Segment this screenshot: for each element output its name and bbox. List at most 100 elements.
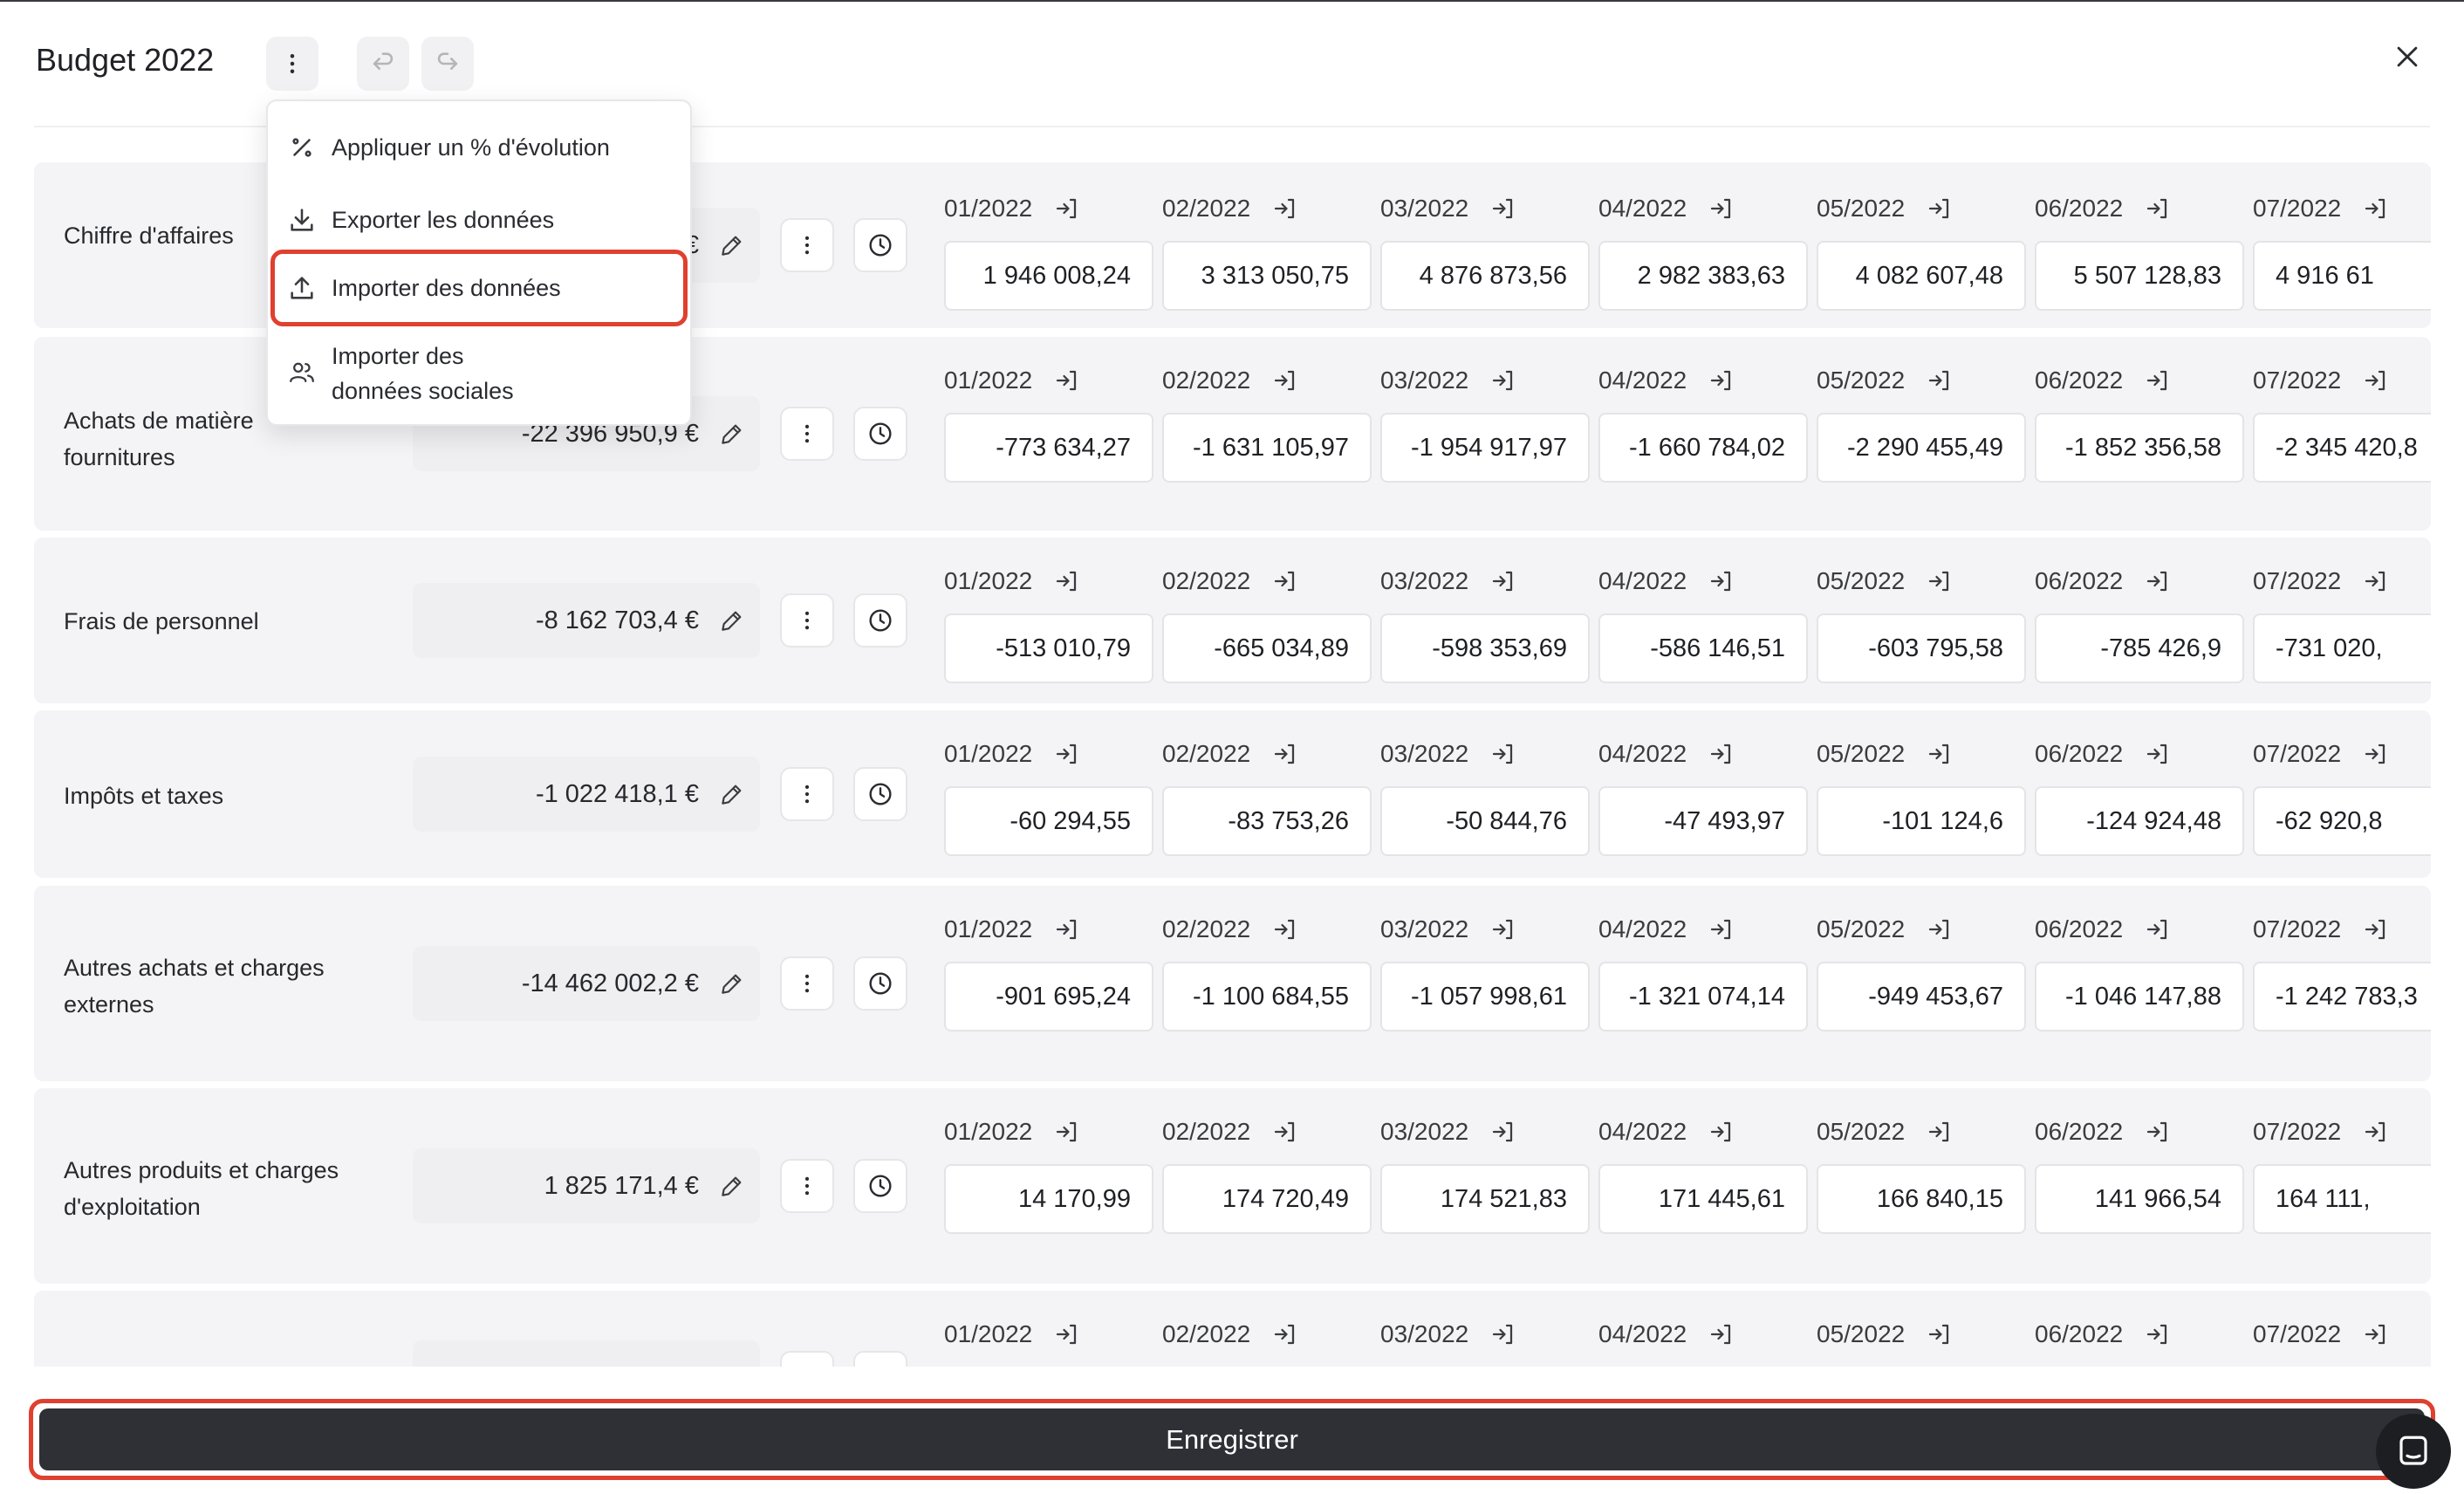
login-arrow-icon[interactable] (1489, 367, 1516, 394)
login-arrow-icon[interactable] (1926, 741, 1952, 767)
row-more-button[interactable] (780, 593, 834, 648)
row-more-button[interactable] (780, 407, 834, 461)
login-arrow-icon[interactable] (2144, 568, 2170, 594)
login-arrow-icon[interactable] (1708, 916, 1734, 942)
month-value-input[interactable]: -2 290 455,49 (1817, 413, 2026, 483)
month-value-input[interactable]: 3 313 050,75 (1162, 241, 1372, 311)
login-arrow-icon[interactable] (1926, 1119, 1952, 1145)
month-value-input[interactable]: -62 920,8 (2253, 786, 2431, 856)
login-arrow-icon[interactable] (1926, 568, 1952, 594)
login-arrow-icon[interactable] (2362, 741, 2388, 767)
login-arrow-icon[interactable] (1053, 916, 1079, 942)
redo-button[interactable] (421, 37, 474, 91)
login-arrow-icon[interactable] (2144, 195, 2170, 222)
pencil-icon[interactable] (718, 970, 746, 997)
month-value-input[interactable]: 164 111, (2253, 1164, 2431, 1234)
login-arrow-icon[interactable] (2362, 1321, 2388, 1347)
close-button[interactable] (2387, 37, 2427, 77)
login-arrow-icon[interactable] (1053, 1321, 1079, 1347)
month-value-input[interactable]: 4 876 873,56 (1380, 241, 1590, 311)
month-value-input[interactable]: 174 521,83 (1380, 1164, 1590, 1234)
login-arrow-icon[interactable] (1489, 568, 1516, 594)
row-history-button[interactable] (853, 218, 907, 272)
row-history-button[interactable] (853, 1159, 907, 1213)
row-total-field[interactable]: -1 022 418,1 € (413, 757, 760, 832)
month-value-input[interactable]: -47 493,97 (1598, 786, 1808, 856)
login-arrow-icon[interactable] (1053, 741, 1079, 767)
login-arrow-icon[interactable] (1489, 195, 1516, 222)
month-value-input[interactable]: 4 082 607,48 (1817, 241, 2026, 311)
month-value-input[interactable]: 174 720,49 (1162, 1164, 1372, 1234)
pencil-icon[interactable] (718, 231, 746, 259)
login-arrow-icon[interactable] (1489, 916, 1516, 942)
chat-button[interactable] (2376, 1414, 2451, 1489)
month-value-input[interactable]: 14 170,99 (944, 1164, 1153, 1234)
login-arrow-icon[interactable] (1708, 195, 1734, 222)
login-arrow-icon[interactable] (2144, 1119, 2170, 1145)
month-value-input[interactable]: -1 057 998,61 (1380, 962, 1590, 1031)
login-arrow-icon[interactable] (1271, 568, 1297, 594)
month-value-input[interactable]: 141 966,54 (2035, 1164, 2244, 1234)
row-more-button[interactable] (780, 956, 834, 1011)
month-value-input[interactable]: -598 353,69 (1380, 613, 1590, 683)
month-value-input[interactable]: -2 345 420,8 (2253, 413, 2431, 483)
row-history-button[interactable] (853, 407, 907, 461)
pencil-icon[interactable] (718, 780, 746, 808)
login-arrow-icon[interactable] (1926, 1321, 1952, 1347)
save-button[interactable]: Enregistrer (39, 1408, 2425, 1470)
month-value-input[interactable]: -1 100 684,55 (1162, 962, 1372, 1031)
login-arrow-icon[interactable] (1271, 1321, 1297, 1347)
month-value-input[interactable]: -1 660 784,02 (1598, 413, 1808, 483)
login-arrow-icon[interactable] (1926, 367, 1952, 394)
menu-item-import-social-data[interactable]: Importer des données sociales (268, 335, 690, 410)
login-arrow-icon[interactable] (1271, 741, 1297, 767)
login-arrow-icon[interactable] (2362, 367, 2388, 394)
login-arrow-icon[interactable] (2144, 1321, 2170, 1347)
login-arrow-icon[interactable] (2144, 741, 2170, 767)
month-value-input[interactable]: -1 852 356,58 (2035, 413, 2244, 483)
login-arrow-icon[interactable] (1489, 1119, 1516, 1145)
row-total-field[interactable] (413, 1340, 760, 1367)
month-value-input[interactable]: 2 982 383,63 (1598, 241, 1808, 311)
menu-item-apply-evolution[interactable]: Appliquer un % d'évolution (268, 126, 690, 169)
login-arrow-icon[interactable] (1271, 916, 1297, 942)
login-arrow-icon[interactable] (2362, 568, 2388, 594)
row-total-field[interactable]: -14 462 002,2 € (413, 946, 760, 1021)
row-total-field[interactable]: -8 162 703,4 € (413, 583, 760, 658)
login-arrow-icon[interactable] (1053, 568, 1079, 594)
login-arrow-icon[interactable] (1271, 195, 1297, 222)
month-value-input[interactable]: -83 753,26 (1162, 786, 1372, 856)
month-value-input[interactable]: -731 020, (2253, 613, 2431, 683)
login-arrow-icon[interactable] (2362, 195, 2388, 222)
month-value-input[interactable]: 5 507 128,83 (2035, 241, 2244, 311)
login-arrow-icon[interactable] (2362, 916, 2388, 942)
more-options-button[interactable] (266, 37, 318, 91)
row-more-button[interactable] (780, 1351, 834, 1367)
month-value-input[interactable]: -901 695,24 (944, 962, 1153, 1031)
month-value-input[interactable]: -949 453,67 (1817, 962, 2026, 1031)
login-arrow-icon[interactable] (1926, 195, 1952, 222)
login-arrow-icon[interactable] (1489, 1321, 1516, 1347)
row-history-button[interactable] (853, 956, 907, 1011)
month-value-input[interactable]: -50 844,76 (1380, 786, 1590, 856)
month-value-input[interactable]: -513 010,79 (944, 613, 1153, 683)
month-value-input[interactable]: -1 046 147,88 (2035, 962, 2244, 1031)
login-arrow-icon[interactable] (1271, 367, 1297, 394)
login-arrow-icon[interactable] (1053, 367, 1079, 394)
row-more-button[interactable] (780, 218, 834, 272)
login-arrow-icon[interactable] (1053, 1119, 1079, 1145)
login-arrow-icon[interactable] (1708, 741, 1734, 767)
row-history-button[interactable] (853, 593, 907, 648)
login-arrow-icon[interactable] (1271, 1119, 1297, 1145)
login-arrow-icon[interactable] (1053, 195, 1079, 222)
month-value-input[interactable]: 171 445,61 (1598, 1164, 1808, 1234)
month-value-input[interactable]: -60 294,55 (944, 786, 1153, 856)
month-value-input[interactable]: -785 426,9 (2035, 613, 2244, 683)
login-arrow-icon[interactable] (2144, 916, 2170, 942)
month-value-input[interactable]: -101 124,6 (1817, 786, 2026, 856)
month-value-input[interactable]: -773 634,27 (944, 413, 1153, 483)
row-more-button[interactable] (780, 1159, 834, 1213)
menu-item-export-data[interactable]: Exporter les données (268, 198, 690, 242)
row-history-button[interactable] (853, 767, 907, 821)
login-arrow-icon[interactable] (1926, 916, 1952, 942)
